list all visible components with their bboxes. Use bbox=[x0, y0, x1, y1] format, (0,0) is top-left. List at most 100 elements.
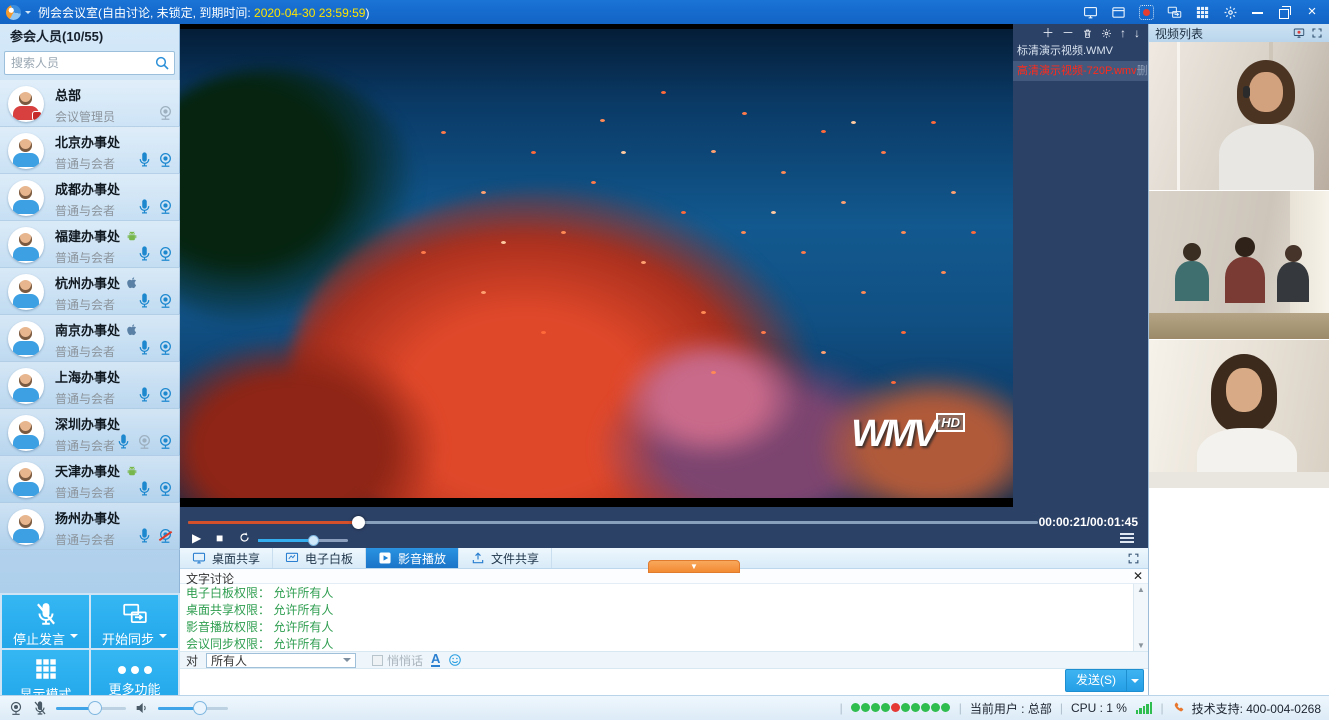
whisper-checkbox[interactable] bbox=[372, 655, 383, 666]
mic-icon[interactable] bbox=[136, 245, 153, 262]
search-input[interactable] bbox=[4, 51, 175, 75]
mic-icon[interactable] bbox=[136, 151, 153, 168]
mic-icon[interactable] bbox=[136, 527, 153, 544]
recipient-select[interactable]: 所有人 bbox=[206, 653, 356, 668]
dropdown-caret-icon[interactable] bbox=[70, 634, 78, 642]
playlist-settings-icon[interactable] bbox=[1101, 28, 1112, 39]
participant-row[interactable]: 天津办事处 普通与会者 bbox=[0, 456, 180, 503]
participant-row[interactable]: 上海办事处 普通与会者 bbox=[0, 362, 180, 409]
scroll-up-icon[interactable]: ▲ bbox=[1137, 585, 1145, 594]
participant-role: 普通与会者 bbox=[55, 202, 120, 219]
mic-icon[interactable] bbox=[136, 480, 153, 497]
speaker-volume-handle[interactable] bbox=[193, 701, 207, 715]
restore-button[interactable] bbox=[1278, 5, 1292, 19]
tab-file-share[interactable]: 文件共享 bbox=[459, 548, 552, 568]
tab-whiteboard[interactable]: 电子白板 bbox=[273, 548, 366, 568]
mic-icon[interactable] bbox=[115, 433, 132, 450]
send-options-caret[interactable] bbox=[1127, 669, 1144, 692]
chat-input[interactable] bbox=[180, 669, 1148, 695]
chat-scrollbar[interactable]: ▲ ▼ bbox=[1133, 584, 1148, 651]
webcam-icon[interactable] bbox=[157, 339, 174, 356]
trash-icon[interactable] bbox=[1082, 28, 1093, 39]
webcam-icon[interactable] bbox=[157, 151, 174, 168]
logo-dropdown-icon[interactable] bbox=[25, 11, 31, 17]
seek-handle[interactable] bbox=[352, 516, 365, 529]
playlist-item[interactable]: 标清演示视频.WMV bbox=[1013, 41, 1148, 61]
speaker-icon[interactable] bbox=[134, 700, 150, 716]
participant-row[interactable]: 杭州办事处 普通与会者 bbox=[0, 268, 180, 315]
emoji-icon[interactable] bbox=[448, 653, 462, 667]
dropdown-caret-icon[interactable] bbox=[159, 634, 167, 642]
speaker-volume-slider[interactable] bbox=[158, 707, 228, 710]
video-thumbnail[interactable] bbox=[1149, 42, 1329, 191]
move-up-icon[interactable]: ↑ bbox=[1120, 28, 1126, 39]
avatar bbox=[8, 368, 44, 404]
stop-button[interactable]: ■ bbox=[216, 531, 223, 545]
play-button[interactable]: ▶ bbox=[192, 531, 201, 545]
webcam-status-icon[interactable] bbox=[8, 700, 24, 716]
send-button[interactable]: 发送(S) bbox=[1065, 669, 1127, 692]
tab-media-playback[interactable]: 影音播放 bbox=[366, 548, 459, 568]
layout-grid-icon[interactable] bbox=[1195, 5, 1210, 20]
participant-name: 深圳办事处 bbox=[55, 414, 120, 433]
video-player-area[interactable]: WMV HD bbox=[180, 24, 1013, 507]
app-logo-icon[interactable] bbox=[6, 5, 21, 20]
broadcast-monitor-icon[interactable] bbox=[1293, 27, 1305, 39]
participant-role: 普通与会者 bbox=[55, 249, 139, 266]
chat-message: 影音播放权限： 允许所有人 bbox=[180, 618, 1148, 635]
participant-row[interactable]: 总部 会议管理员 bbox=[0, 80, 180, 127]
participant-row[interactable]: 扬州办事处 普通与会者 bbox=[0, 503, 180, 550]
screen-share-icon[interactable] bbox=[1083, 5, 1098, 20]
sync-screens-icon[interactable] bbox=[1167, 5, 1182, 20]
seek-bar[interactable] bbox=[188, 521, 1038, 524]
participant-row[interactable]: 福建办事处 普通与会者 bbox=[0, 221, 180, 268]
delete-link[interactable]: 删除 bbox=[1137, 61, 1148, 81]
add-media-icon[interactable]: ＋ bbox=[1042, 28, 1054, 39]
font-color-icon[interactable]: A bbox=[431, 653, 440, 667]
webcam-icon[interactable] bbox=[157, 104, 174, 121]
chat-collapse-handle[interactable]: ▼ bbox=[648, 560, 740, 573]
loop-icon[interactable] bbox=[238, 531, 251, 544]
move-down-icon[interactable]: ↓ bbox=[1134, 28, 1140, 39]
video-thumbnail[interactable] bbox=[1149, 340, 1329, 489]
webcam-icon[interactable] bbox=[157, 386, 174, 403]
playlist-toggle-icon[interactable] bbox=[1120, 533, 1134, 543]
settings-gear-icon[interactable] bbox=[1223, 5, 1238, 20]
playlist-item-selected[interactable]: 高清演示视频-720P.wmv删除 bbox=[1013, 61, 1148, 81]
video-thumbnail[interactable] bbox=[1149, 191, 1329, 340]
participant-row[interactable]: 成都办事处 普通与会者 bbox=[0, 174, 180, 221]
tab-desktop-share[interactable]: 桌面共享 bbox=[180, 548, 273, 568]
mic-icon[interactable] bbox=[136, 292, 153, 309]
participant-row[interactable]: 南京办事处 普通与会者 bbox=[0, 315, 180, 362]
mic-icon[interactable] bbox=[136, 339, 153, 356]
webcam-icon[interactable] bbox=[157, 198, 174, 215]
fullscreen-icon[interactable] bbox=[1127, 552, 1140, 565]
webcam-icon[interactable] bbox=[157, 480, 174, 497]
volume-handle[interactable] bbox=[308, 535, 319, 546]
mic-icon[interactable] bbox=[136, 198, 153, 215]
mic-volume-handle[interactable] bbox=[88, 701, 102, 715]
mic-volume-slider[interactable] bbox=[56, 707, 126, 710]
participant-row[interactable]: 北京办事处 普通与会者 bbox=[0, 127, 180, 174]
start-sync-button[interactable]: 开始同步 bbox=[91, 595, 178, 648]
mic-icon[interactable] bbox=[136, 386, 153, 403]
webcam-gray-icon[interactable] bbox=[136, 433, 153, 450]
stop-speaking-button[interactable]: 停止发言 bbox=[2, 595, 89, 648]
whisper-option[interactable]: 悄悄话 bbox=[372, 652, 423, 669]
webcam-icon[interactable] bbox=[157, 433, 174, 450]
window-mode-icon[interactable] bbox=[1111, 5, 1126, 20]
remove-media-icon[interactable]: － bbox=[1062, 28, 1074, 39]
minimize-button[interactable] bbox=[1251, 5, 1265, 19]
webcam-icon[interactable] bbox=[157, 245, 174, 262]
close-button[interactable]: × bbox=[1305, 5, 1319, 19]
scroll-down-icon[interactable]: ▼ bbox=[1137, 641, 1145, 650]
player-volume-slider[interactable] bbox=[258, 539, 348, 542]
participant-row[interactable]: 深圳办事处 普通与会者 bbox=[0, 409, 180, 456]
search-icon[interactable] bbox=[154, 55, 170, 71]
webcam-icon[interactable] bbox=[157, 292, 174, 309]
expand-icon[interactable] bbox=[1311, 27, 1323, 39]
mic-muted-icon[interactable] bbox=[32, 700, 48, 716]
webcam-pending-icon[interactable] bbox=[157, 527, 174, 544]
record-icon[interactable] bbox=[1139, 5, 1154, 20]
chat-close-icon[interactable]: ✕ bbox=[1133, 569, 1143, 583]
